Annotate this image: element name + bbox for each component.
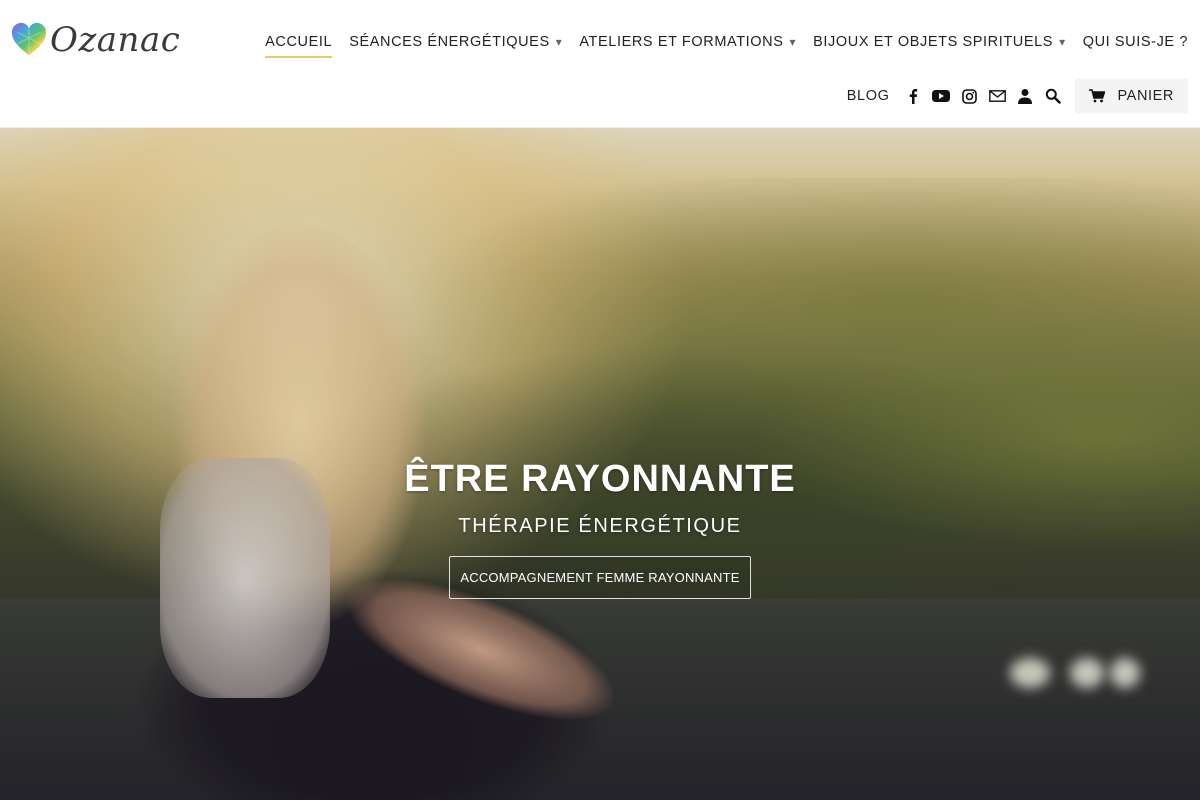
nav-item-blog[interactable]: BLOG	[847, 88, 890, 104]
nav-item-bijoux-objets[interactable]: BIJOUX ET OBJETS SPIRITUELS ▾	[813, 34, 1066, 50]
secondary-nav: BLOG PANIER	[847, 79, 1188, 113]
cart-icon	[1089, 89, 1106, 103]
hero-banner: ÊTRE RAYONNANTE THÉRAPIE ÉNERGÉTIQUE ACC…	[0, 128, 1200, 800]
heart-logo-icon	[11, 22, 47, 56]
youtube-icon[interactable]	[927, 82, 955, 110]
chevron-down-icon: ▾	[1059, 35, 1066, 49]
nav-item-ateliers-formations[interactable]: ATELIERS ET FORMATIONS ▾	[579, 34, 796, 50]
nav-item-label: SÉANCES ÉNERGÉTIQUES	[349, 34, 550, 50]
nav-item-qui-suis-je[interactable]: QUI SUIS-JE ?	[1083, 34, 1188, 50]
nav-item-label: QUI SUIS-JE ?	[1082, 34, 1188, 50]
nav-item-label: BIJOUX ET OBJETS SPIRITUELS	[813, 34, 1054, 50]
hero-subtitle: THÉRAPIE ÉNERGÉTIQUE	[458, 515, 742, 537]
hero-title: ÊTRE RAYONNANTE	[404, 458, 796, 500]
account-icon[interactable]	[1011, 82, 1039, 110]
cart-label: PANIER	[1117, 88, 1174, 104]
main-nav: ACCUEIL SÉANCES ÉNERGÉTIQUES ▾ ATELIERS …	[248, 30, 1188, 58]
instagram-icon[interactable]	[955, 82, 983, 110]
site-header: Ozanac ACCUEIL SÉANCES ÉNERGÉTIQUES ▾ AT…	[0, 0, 1200, 128]
site-logo[interactable]: Ozanac	[10, 14, 180, 66]
hero-content: ÊTRE RAYONNANTE THÉRAPIE ÉNERGÉTIQUE ACC…	[0, 458, 1200, 599]
brand-name: Ozanac	[50, 20, 181, 60]
nav-item-label: ATELIERS ET FORMATIONS	[579, 34, 784, 50]
hero-cta-button[interactable]: ACCOMPAGNEMENT FEMME RAYONNANTE	[449, 556, 751, 599]
facebook-icon[interactable]	[899, 82, 927, 110]
chevron-down-icon: ▾	[789, 35, 797, 49]
cart-button[interactable]: PANIER	[1075, 79, 1188, 113]
chevron-down-icon: ▾	[555, 35, 563, 49]
nav-item-label: ACCUEIL	[265, 34, 333, 50]
nav-item-seances-energetiques[interactable]: SÉANCES ÉNERGÉTIQUES ▾	[349, 34, 562, 50]
mail-icon[interactable]	[983, 82, 1011, 110]
search-icon[interactable]	[1039, 82, 1067, 110]
nav-item-accueil[interactable]: ACCUEIL	[265, 34, 333, 58]
